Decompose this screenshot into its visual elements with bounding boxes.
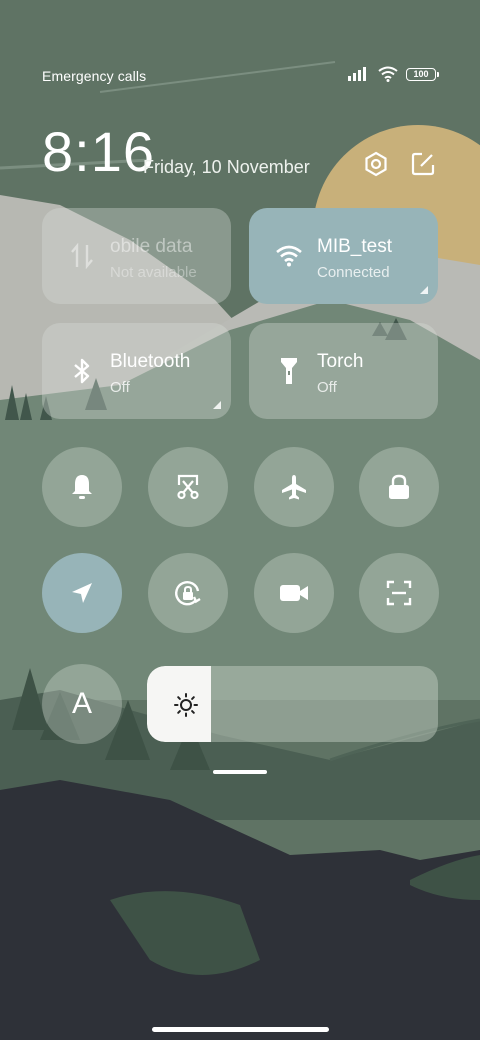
- airplane-icon: [282, 475, 306, 500]
- bluetooth-status: Off: [110, 379, 130, 396]
- bluetooth-tile[interactable]: Bluetooth Off: [42, 323, 231, 419]
- torch-status: Off: [317, 379, 337, 396]
- scan-icon: [386, 580, 412, 606]
- wifi-icon: [378, 66, 398, 82]
- expand-corner-icon[interactable]: [213, 401, 221, 409]
- bluetooth-label: Bluetooth: [110, 351, 191, 372]
- screenshot-crop-icon: [177, 474, 199, 500]
- location-icon: [72, 583, 92, 603]
- clock-time: 8:16: [42, 120, 155, 183]
- screen-recorder-toggle[interactable]: [254, 553, 334, 633]
- settings-icon[interactable]: [362, 150, 390, 178]
- scanner-toggle[interactable]: [359, 553, 439, 633]
- date-text: Friday, 10 November: [143, 157, 310, 177]
- status-icons: 100: [348, 66, 439, 82]
- expand-corner-icon[interactable]: [420, 286, 428, 294]
- screenshot-toggle[interactable]: [148, 447, 228, 527]
- airplane-mode-toggle[interactable]: [254, 447, 334, 527]
- ring-mode-toggle[interactable]: [42, 447, 122, 527]
- panel-drag-handle[interactable]: [213, 770, 267, 774]
- torch-tile[interactable]: Torch Off: [249, 323, 438, 419]
- font-size-button[interactable]: A: [42, 664, 122, 744]
- mobile-data-status: Not available: [110, 264, 197, 281]
- wifi-tile[interactable]: MIB_test Connected: [249, 208, 438, 304]
- mobile-data-label: obile data: [110, 236, 193, 257]
- emergency-calls-text: Emergency calls: [42, 68, 147, 84]
- location-toggle[interactable]: [42, 553, 122, 633]
- flashlight-icon: [275, 357, 303, 385]
- bluetooth-icon: [68, 357, 96, 385]
- home-indicator[interactable]: [152, 1027, 329, 1032]
- rotation-lock-icon: [175, 581, 201, 606]
- wifi-status: Connected: [317, 264, 390, 281]
- edit-icon[interactable]: [409, 150, 437, 178]
- video-camera-icon: [280, 585, 308, 601]
- font-size-label: A: [71, 687, 92, 720]
- mobile-data-tile[interactable]: obile data Not available: [42, 208, 231, 304]
- brightness-icon: [174, 693, 198, 717]
- mobile-data-icon: [68, 242, 96, 270]
- bell-icon: [72, 475, 92, 499]
- brightness-slider[interactable]: [147, 666, 438, 742]
- lock-screen-toggle[interactable]: [359, 447, 439, 527]
- signal-icon: [348, 67, 366, 81]
- wifi-icon: [275, 242, 303, 270]
- torch-label: Torch: [317, 351, 364, 372]
- wifi-label: MIB_test: [317, 236, 392, 257]
- battery-icon: 100: [406, 67, 439, 81]
- rotation-lock-toggle[interactable]: [148, 553, 228, 633]
- lock-icon: [389, 474, 409, 499]
